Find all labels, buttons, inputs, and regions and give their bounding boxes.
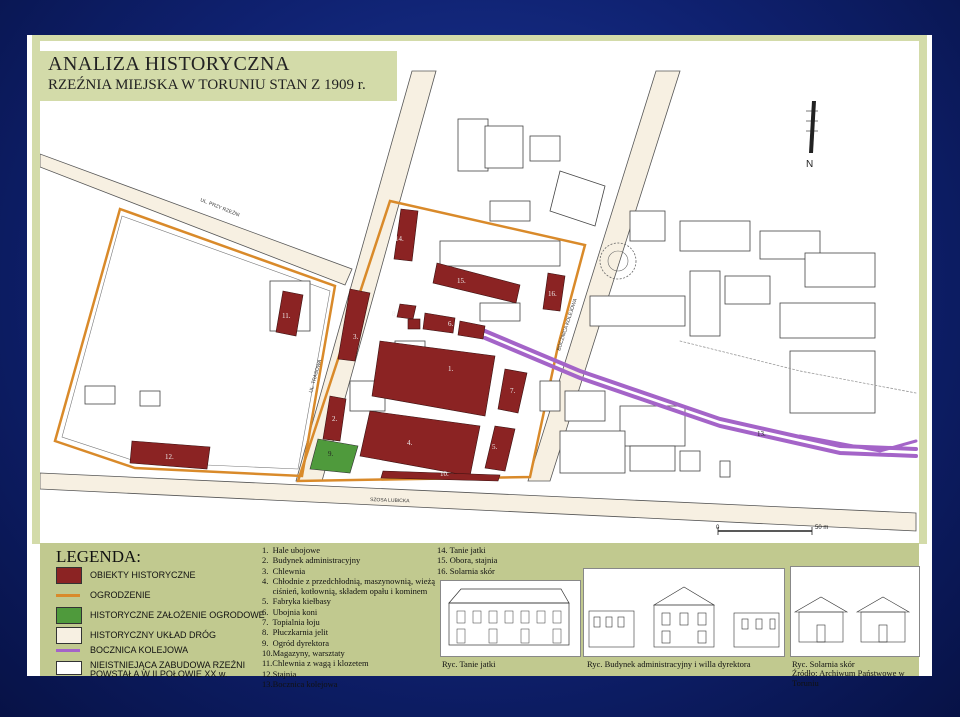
label-11: 11. — [282, 312, 291, 320]
building-list-1-item: 3. Chlewnia — [262, 565, 306, 576]
building-list-1-item: 8. Płuczkarnia jelit — [262, 627, 329, 638]
label-16: 16. — [548, 290, 557, 298]
drawing-tanie-jatki — [440, 580, 581, 657]
label-7: 7. — [510, 387, 516, 395]
legend-title: LEGENDA: — [56, 547, 141, 566]
legend-label-nonexistent-2: POWSTAŁA W II POŁOWIE XX w. — [90, 669, 228, 679]
title-box: ANALIZA HISTORYCZNA RZEŹNIA MIEJSKA W TO… — [40, 51, 397, 101]
building-list-1-item: 12.Stajnia — [262, 668, 297, 679]
site-plan-map: 1. 2. 3. 4. 5. 6. 7. 8. 9. 10. 11. 12. 1… — [40, 41, 919, 544]
slide-canvas: 1. 2. 3. 4. 5. 6. 7. 8. 9. 10. 11. 12. 1… — [27, 35, 932, 689]
building-list-1-item: 2. Budynek administracyjny — [262, 555, 361, 566]
building-list-2-item: 16. Solarnia skór — [437, 565, 495, 576]
legend-label-railway: BOCZNICA KOLEJOWA — [90, 645, 189, 655]
label-2: 2. — [332, 415, 338, 423]
caption-tanie-jatki: Ryc. Tanie jatki — [442, 659, 496, 669]
building-list-2: 14. Tanie jatki 15. Obora, stajnia 16. Sol… — [437, 545, 497, 576]
label-8: 8. — [392, 310, 398, 318]
north-label: N — [806, 159, 813, 170]
legend-swatch-fence — [56, 594, 80, 597]
label-9: 9. — [328, 450, 334, 458]
legend-label-roads: HISTORYCZNY UKŁAD DRÓG — [90, 630, 217, 640]
map-subtitle: RZEŹNIA MIEJSKA W TORUNIU STAN Z 1909 r. — [48, 77, 366, 93]
drawing-solarnia — [790, 566, 920, 657]
legend-panel: LEGENDA: OBIEKTY HISTORYCZNE OGRODZENIE … — [40, 543, 920, 689]
building-list-1: 1. Hale ubojowe 2. Budynek administracyjn… — [262, 545, 435, 689]
label-12: 12. — [165, 453, 174, 461]
label-1: 1. — [448, 365, 454, 373]
building-list-1-item: 10.Magazyny, warsztaty — [262, 647, 345, 658]
building-list-1-item: 1. Hale ubojowe — [262, 545, 321, 555]
label-10: 10. — [440, 470, 449, 478]
building-8 — [396, 303, 417, 320]
building-list-1-item: 7. Topialnia łoju — [262, 617, 320, 628]
label-13: 13. — [757, 430, 766, 438]
label-5: 5. — [492, 443, 498, 451]
building-9-misc — [407, 318, 421, 330]
label-3: 3. — [353, 333, 359, 341]
scale-end-label: 50 m — [815, 525, 828, 531]
left-border — [32, 35, 40, 544]
legend-swatch-roads — [56, 627, 82, 644]
label-15: 15. — [457, 277, 466, 285]
building-list-1-item: 9. Ogród dyrektora — [262, 637, 330, 648]
building-list-1-item: ciśnień, kotłownią, składem opału i komi… — [262, 586, 428, 597]
caption-admin: Ryc. Budynek administracyjny i willa dyr… — [587, 659, 751, 669]
label-4: 4. — [407, 439, 413, 447]
legend-label-historic: OBIEKTY HISTORYCZNE — [90, 570, 196, 580]
label-6: 6. — [448, 320, 454, 328]
building-list-2-item: 14. Tanie jatki — [437, 545, 486, 555]
caption-source: Źródło: Archiwum Państwowe w Toruniu — [792, 668, 905, 688]
legend-swatch-nonexistent — [56, 661, 82, 675]
building-list-1-item: 6. Ubojnia koni — [262, 606, 318, 617]
drawing-admin-building — [583, 568, 785, 657]
legend-label-garden: HISTORYCZNE ZAŁOŻENIE OGRODOWE — [90, 610, 265, 620]
right-border — [919, 35, 927, 544]
legend-swatch-garden — [56, 607, 82, 624]
building-list-2-item: 15. Obora, stajnia — [437, 555, 498, 566]
legend-swatch-railway — [56, 649, 80, 652]
label-14: 14. — [395, 235, 404, 243]
legend-label-fence: OGRODZENIE — [90, 590, 151, 600]
building-list-1-item: 5. Fabryka kiełbasy — [262, 596, 331, 607]
map-title: ANALIZA HISTORYCZNA — [48, 53, 290, 75]
building-list-1-item: 13.Bocznica kolejowa — [262, 678, 338, 689]
legend-swatch-historic — [56, 567, 82, 584]
building-list-1-item: 4. Chłodnie z przedchłodnią, maszynownią… — [262, 575, 436, 586]
building-list-1-item: 11.Chlewnia z wagą i klozetem — [262, 658, 369, 669]
